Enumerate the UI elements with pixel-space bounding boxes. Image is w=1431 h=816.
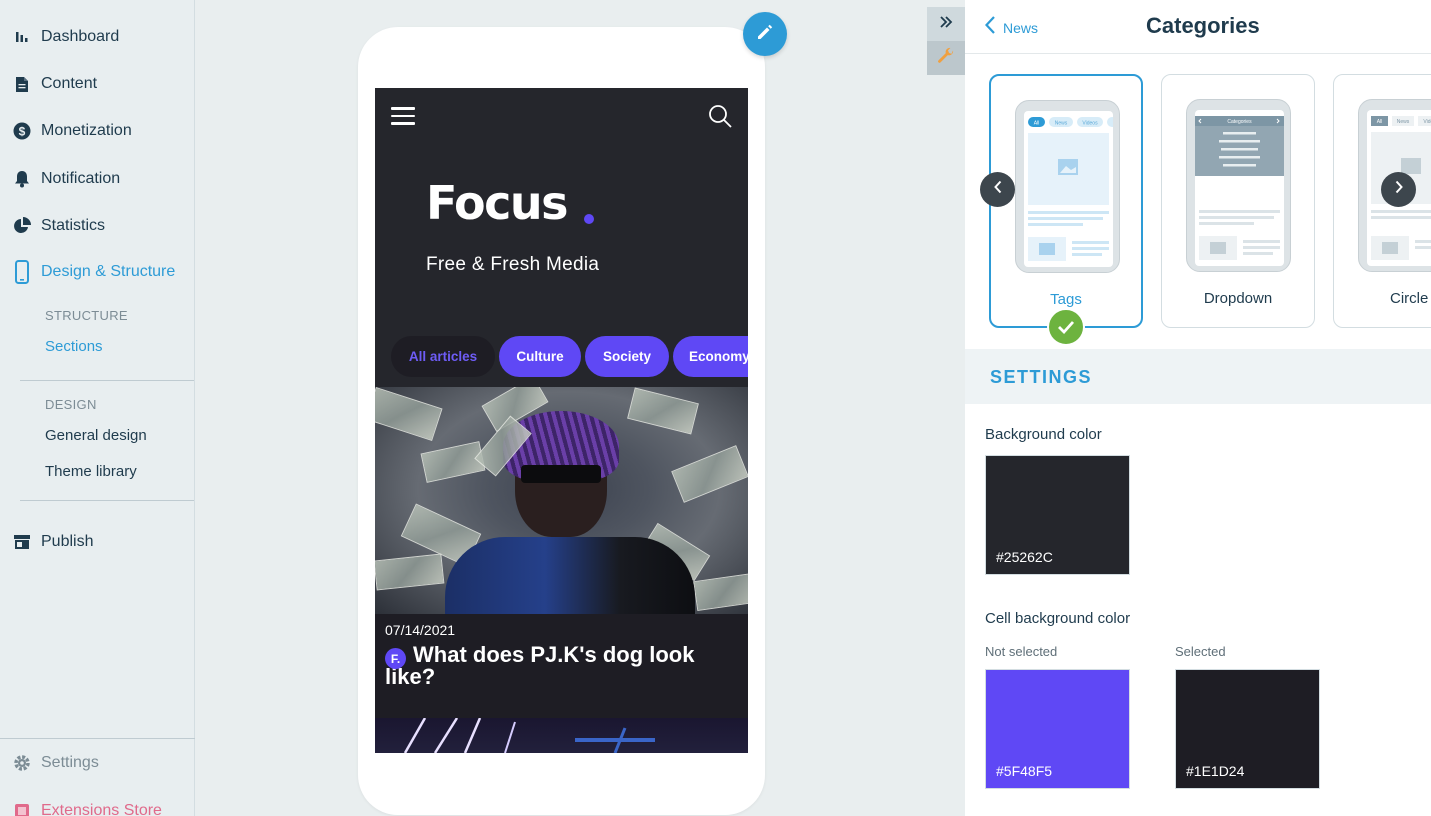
app-preview-screen: Focus Free & Fresh Media All articles Cu… <box>375 88 748 753</box>
back-button[interactable]: News <box>984 16 1039 39</box>
general-design-link[interactable]: General design <box>45 427 147 444</box>
extensions-icon <box>12 801 32 816</box>
background-color-label: Background color <box>985 426 1102 443</box>
panel-title: Categories <box>1146 13 1260 38</box>
structure-heading: STRUCTURE <box>45 308 128 323</box>
tools-button[interactable] <box>927 41 965 75</box>
mini-circle-tag-news: News <box>1397 119 1410 125</box>
category-tab-economy[interactable]: Economy <box>673 336 748 377</box>
article-date: 07/14/2021 <box>385 622 456 638</box>
not-selected-color-swatch[interactable]: #5F48F5 <box>985 669 1130 789</box>
nav-content-label: Content <box>41 75 98 92</box>
svg-text:$: $ <box>19 125 26 139</box>
article-badge: F. <box>385 648 406 669</box>
search-icon[interactable] <box>707 103 733 129</box>
mini-circle-tag-all: All <box>1377 119 1383 125</box>
nav-dashboard-label: Dashboard <box>41 28 120 45</box>
category-tab-all-articles[interactable]: All articles <box>391 336 495 377</box>
panel-header: News Categories <box>965 0 1431 54</box>
nav-dashboard[interactable]: Dashboard <box>0 22 119 52</box>
settings-panel: News Categories All News Videos Tags Cat… <box>965 0 1431 816</box>
bell-icon <box>12 169 32 189</box>
background-color-swatch[interactable]: #25262C <box>985 455 1130 575</box>
logo-dot <box>584 214 594 224</box>
pie-chart-icon <box>12 216 32 236</box>
settings-title: SETTINGS <box>990 367 1093 387</box>
nav-monetization-label: Monetization <box>41 122 132 139</box>
nav-design-structure-label: Design & Structure <box>41 263 176 280</box>
dropdown-preview: Categories <box>1186 99 1291 272</box>
divider <box>20 500 194 501</box>
cell-background-label: Cell background color <box>985 610 1131 627</box>
layout-option-circle-bar[interactable]: All News Videos Circle Ba <box>1333 74 1431 328</box>
not-selected-label: Not selected <box>985 644 1058 659</box>
nav-monetization[interactable]: $ Monetization <box>0 116 132 146</box>
nav-notification[interactable]: Notification <box>0 164 120 194</box>
sidebar: Dashboard Content $ Monetization Notific… <box>0 0 195 816</box>
collapse-panel-button[interactable] <box>927 7 965 41</box>
chevron-right-icon <box>1394 180 1404 199</box>
selected-color-value: #1E1D24 <box>1186 763 1245 779</box>
layout-option-dropdown[interactable]: Categories Dropdown <box>1161 74 1315 328</box>
mobile-icon <box>12 260 32 284</box>
next-article-image[interactable] <box>375 717 748 753</box>
app-logo: Focus <box>426 176 569 230</box>
nav-publish-label: Publish <box>41 533 94 550</box>
layout-label-tags: Tags <box>1050 291 1082 308</box>
article-title: What does PJ.K's dog look like? <box>385 642 695 689</box>
mini-dropdown-title: Categories <box>1227 119 1252 125</box>
settings-section-header: SETTINGS <box>965 349 1431 404</box>
layout-label-circle-bar: Circle Ba <box>1390 290 1431 307</box>
nav-statistics-label: Statistics <box>41 217 106 234</box>
article-card[interactable]: 07/14/2021 What does PJ.K's dog look lik… <box>375 614 748 718</box>
double-chevron-right-icon <box>939 15 953 33</box>
gear-icon <box>12 753 32 773</box>
background-color-value: #25262C <box>996 549 1053 565</box>
mini-tag-all: All <box>1034 121 1040 127</box>
chevron-left-icon <box>984 16 995 39</box>
design-heading: DESIGN <box>45 397 97 412</box>
app-header <box>375 88 748 148</box>
nav-statistics[interactable]: Statistics <box>0 211 105 241</box>
selected-color-swatch[interactable]: #1E1D24 <box>1175 669 1320 789</box>
dollar-icon: $ <box>12 121 32 141</box>
back-label: News <box>1003 19 1039 36</box>
nav-publish[interactable]: Publish <box>0 527 93 557</box>
tags-preview: All News Videos <box>1015 100 1120 273</box>
edit-button[interactable] <box>743 12 787 56</box>
panel-toggle <box>927 7 965 75</box>
sections-link[interactable]: Sections <box>45 338 103 355</box>
store-icon <box>12 532 32 552</box>
theme-library-link[interactable]: Theme library <box>45 463 137 480</box>
category-tab-society[interactable]: Society <box>585 336 669 377</box>
nav-content[interactable]: Content <box>0 69 97 99</box>
divider <box>20 380 194 381</box>
nav-notification-label: Notification <box>41 170 121 187</box>
article-hero-image[interactable] <box>375 387 748 614</box>
bar-chart-icon <box>12 27 32 47</box>
category-tab-culture[interactable]: Culture <box>499 336 581 377</box>
nav-design-structure[interactable]: Design & Structure <box>0 257 175 287</box>
mini-tag-videos: Videos <box>1082 121 1098 127</box>
carousel-next-button[interactable] <box>1381 172 1416 207</box>
selected-check-icon <box>1047 308 1085 346</box>
hamburger-menu-icon[interactable] <box>391 107 415 125</box>
nav-settings[interactable]: Settings <box>0 748 99 778</box>
mini-circle-tag-videos: Videos <box>1423 119 1431 125</box>
carousel-prev-button[interactable] <box>980 172 1015 207</box>
nav-settings-label: Settings <box>41 754 99 771</box>
wrench-icon <box>937 47 955 70</box>
chevron-left-icon <box>993 180 1003 199</box>
document-icon <box>12 74 32 94</box>
not-selected-color-value: #5F48F5 <box>996 763 1053 779</box>
layout-label-dropdown: Dropdown <box>1203 290 1273 307</box>
nav-extensions-label: Extensions Store <box>41 802 162 816</box>
pencil-icon <box>755 22 775 47</box>
divider <box>0 738 195 739</box>
nav-extensions-store[interactable]: Extensions Store <box>0 796 162 816</box>
app-tagline: Free & Fresh Media <box>426 254 600 275</box>
layout-option-tags[interactable]: All News Videos Tags <box>989 74 1143 328</box>
mini-tag-news: News <box>1055 121 1068 127</box>
selected-label: Selected <box>1175 644 1226 659</box>
